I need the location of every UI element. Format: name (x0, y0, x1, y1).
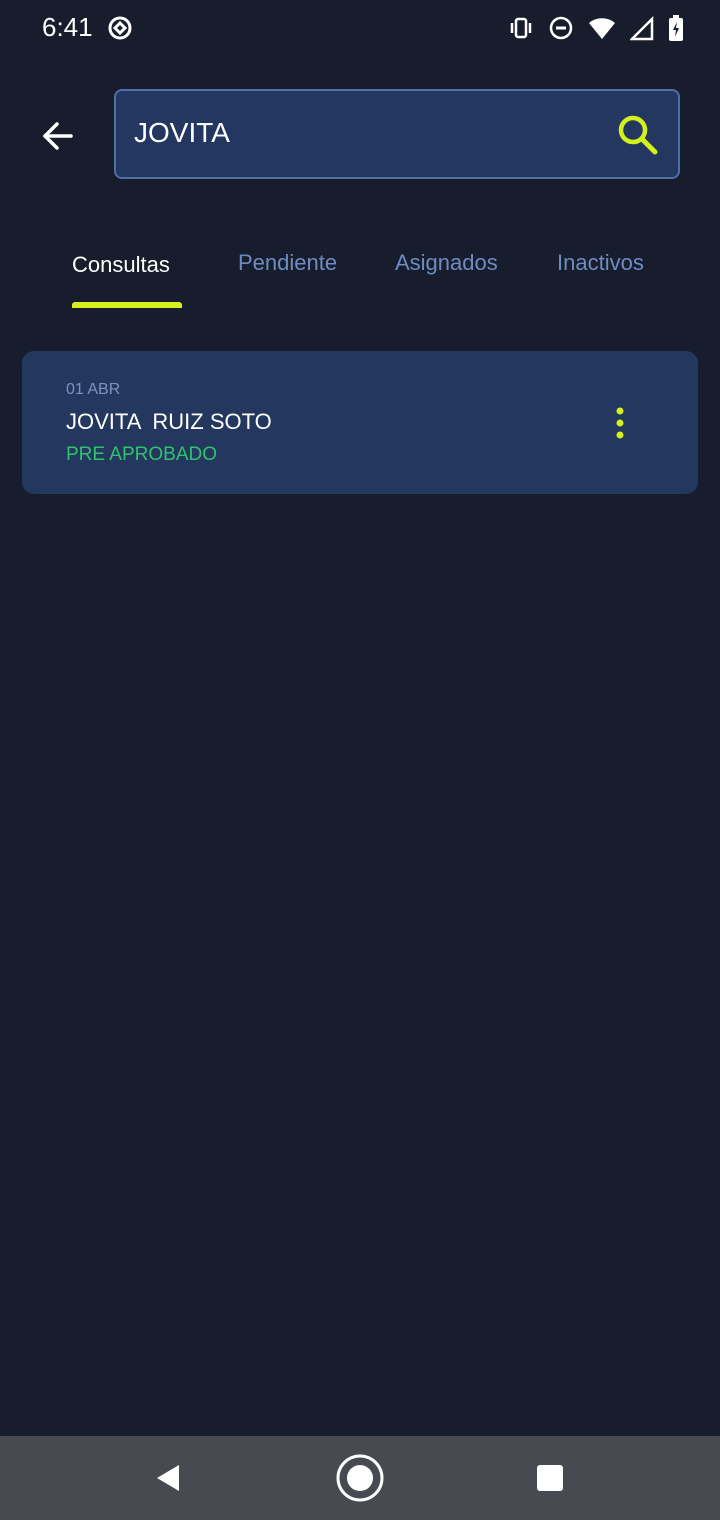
active-tab-indicator (72, 302, 182, 308)
result-status: PRE APROBADO (66, 444, 217, 465)
triangle-back-icon (157, 1465, 179, 1491)
battery-icon (668, 14, 684, 47)
more-vertical-icon (616, 407, 624, 439)
tab-asignados[interactable]: Asignados (395, 250, 498, 276)
search-input[interactable] (134, 111, 594, 155)
result-card[interactable]: 01 ABR JOVITA RUIZ SOTO PRE APROBADO (22, 351, 698, 494)
status-bar: 6:41 (0, 0, 720, 56)
result-name: JOVITA RUIZ SOTO (66, 409, 272, 434)
tab-consultas[interactable]: Consultas (72, 252, 170, 278)
tab-pendiente[interactable]: Pendiente (238, 250, 337, 276)
more-options-button[interactable] (602, 401, 638, 445)
nav-recents-button[interactable] (522, 1452, 578, 1504)
wifi-icon (588, 15, 616, 46)
status-time: 6:41 (42, 12, 93, 42)
search-icon (618, 115, 658, 155)
nav-back-button[interactable] (140, 1452, 196, 1504)
result-date: 01 ABR (66, 381, 121, 398)
search-box (114, 89, 680, 179)
vibrate-icon (508, 15, 534, 46)
arrow-left-icon (43, 122, 73, 150)
nav-home-button[interactable] (332, 1452, 388, 1504)
system-nav-bar (0, 1436, 720, 1520)
search-button[interactable] (614, 111, 662, 159)
signal-icon (628, 15, 654, 46)
do-not-disturb-icon (548, 15, 574, 46)
tab-inactivos[interactable]: Inactivos (557, 250, 644, 276)
home-circle-icon (336, 1454, 384, 1502)
tab-bar: Consultas Pendiente Asignados Inactivos (0, 240, 720, 310)
back-button[interactable] (30, 110, 86, 162)
square-recents-icon (537, 1465, 563, 1491)
data-saver-icon (106, 14, 134, 47)
